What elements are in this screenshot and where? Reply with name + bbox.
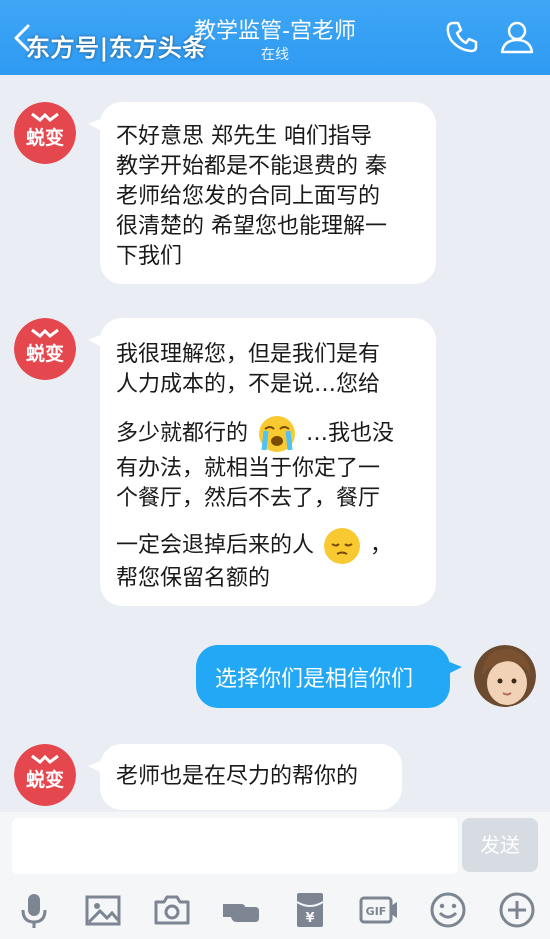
watermark: 东方号|东方头条 — [26, 34, 207, 62]
message-text: 不好意思 郑先生 咱们指导 教学开始都是不能退费的 秦 老师给您发的合同上面写的… — [116, 124, 387, 269]
message-bubble-incoming[interactable]: 不好意思 郑先生 咱们指导 教学开始都是不能退费的 秦 老师给您发的合同上面写的… — [88, 102, 436, 284]
red-packet-icon[interactable]: ¥ — [290, 890, 330, 930]
camera-icon[interactable] — [152, 890, 192, 930]
teacher-avatar[interactable]: 蜕变 — [14, 744, 76, 806]
gif-icon[interactable]: GIF — [359, 890, 399, 930]
message-bubble-incoming[interactable]: 我很理解您，但是我们是有 人力成本的，不是说…您给 多少就都行的 …我也没 有办… — [88, 318, 436, 606]
mic-icon[interactable] — [14, 890, 54, 930]
user-avatar[interactable] — [474, 645, 536, 707]
message-text: 我很理解您，但是我们是有 人力成本的，不是说…您给 多少就都行的 …我也没 有办… — [116, 342, 395, 591]
send-button[interactable]: 发送 — [462, 818, 538, 872]
teacher-avatar[interactable]: 蜕变 — [14, 102, 76, 164]
svg-text:¥: ¥ — [305, 911, 314, 926]
message-text: 老师也是在尽力的帮你的 — [116, 764, 359, 789]
phone-icon[interactable] — [443, 18, 481, 56]
message-text: 选择你们是相信你们 — [215, 667, 414, 692]
avatar-logo-text: 蜕变 — [26, 768, 64, 791]
pensive-emoji-icon — [324, 528, 361, 564]
teacher-avatar[interactable]: 蜕变 — [14, 318, 76, 380]
emoji-icon[interactable] — [428, 890, 468, 930]
crying-emoji-icon — [259, 416, 296, 452]
avatar-logo-text: 蜕变 — [26, 126, 64, 149]
svg-text:GIF: GIF — [366, 905, 387, 918]
message-input[interactable] — [12, 818, 458, 874]
avatar-logo-text: 蜕变 — [26, 342, 64, 365]
contact-profile-icon[interactable] — [498, 18, 536, 56]
message-bubble-outgoing[interactable]: 选择你们是相信你们 — [196, 645, 462, 708]
message-bubble-incoming[interactable]: 老师也是在尽力的帮你的 — [88, 744, 402, 810]
chat-header: 教学监管-宫老师 在线 东方号|东方头条 — [0, 0, 550, 75]
plus-icon[interactable] — [497, 890, 537, 930]
poke-icon[interactable] — [221, 890, 261, 930]
image-icon[interactable] — [83, 890, 123, 930]
